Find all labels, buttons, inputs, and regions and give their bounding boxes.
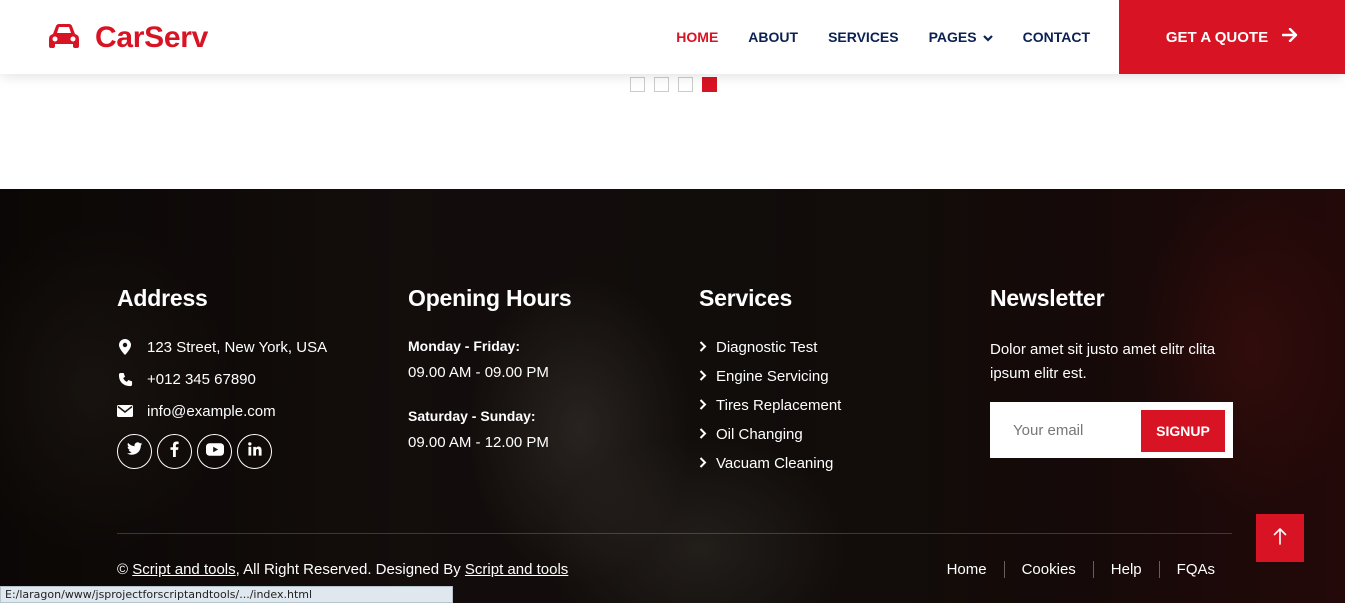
service-link-label: Engine Servicing	[716, 367, 829, 385]
hours-weekday-label: Monday - Friday:	[408, 338, 521, 354]
social-links	[117, 434, 327, 469]
navbar: CarServ HOME ABOUT SERVICES PAGES CONTAC…	[0, 0, 1345, 74]
nav-home-label: HOME	[676, 29, 719, 45]
nav-contact[interactable]: CONTACT	[1008, 29, 1105, 45]
brand-logo[interactable]: CarServ	[47, 20, 208, 56]
service-link-label: Vacuam Cleaning	[716, 454, 834, 472]
facebook-icon	[170, 441, 179, 462]
footer-menu-help[interactable]: Help	[1092, 561, 1159, 578]
carousel-dot-active[interactable]	[702, 77, 717, 92]
service-link[interactable]: Vacuam Cleaning	[699, 454, 841, 472]
service-link-label: Diagnostic Test	[716, 338, 818, 356]
newsletter-text: Dolor amet sit justo amet elitr clita ip…	[990, 341, 1216, 382]
brand-name: CarServ	[95, 21, 208, 54]
footer-newsletter: Newsletter Dolor amet sit justo amet eli…	[990, 285, 1235, 458]
chevron-right-icon	[699, 339, 707, 356]
carousel-dot[interactable]	[654, 77, 669, 92]
linkedin-link[interactable]	[237, 434, 272, 469]
carousel-dots	[630, 77, 717, 92]
service-link-label: Oil Changing	[716, 425, 803, 443]
footer-menu: Home Cookies Help FQAs	[930, 561, 1232, 578]
map-marker-icon	[117, 339, 133, 355]
nav-pages-label: PAGES	[928, 29, 977, 45]
address-street-text: 123 Street, New York, USA	[147, 338, 328, 356]
service-link-label: Tires Replacement	[716, 396, 842, 414]
footer-services: Services Diagnostic Test Engine Servicin…	[699, 285, 841, 483]
main-nav: HOME ABOUT SERVICES PAGES CONTACT	[661, 0, 1105, 74]
newsletter-form: SIGNUP	[990, 402, 1233, 458]
address-street: 123 Street, New York, USA	[117, 338, 327, 356]
copyright: © Script and tools, All Right Reserved. …	[117, 561, 568, 578]
nav-contact-label: CONTACT	[1022, 29, 1090, 45]
newsletter-email-input[interactable]	[990, 410, 1140, 450]
twitter-link[interactable]	[117, 434, 152, 469]
footer-menu-home[interactable]: Home	[930, 561, 1004, 578]
services-heading: Services	[699, 285, 793, 311]
nav-services-label: SERVICES	[828, 29, 899, 45]
address-email-text: info@example.com	[147, 402, 276, 420]
copyright-link[interactable]: Script and tools	[132, 561, 235, 578]
nav-pages-dropdown[interactable]: PAGES	[914, 29, 1008, 45]
nav-services[interactable]: SERVICES	[813, 29, 914, 45]
address-email: info@example.com	[117, 402, 327, 420]
footer-address: Address 123 Street, New York, USA +012 3…	[117, 285, 327, 469]
footer: Address 123 Street, New York, USA +012 3…	[0, 189, 1345, 603]
hours-heading: Opening Hours	[408, 285, 572, 311]
arrow-right-icon	[1281, 27, 1298, 46]
get-a-quote-button[interactable]: GET A QUOTE	[1119, 0, 1345, 74]
service-link[interactable]: Diagnostic Test	[699, 338, 841, 356]
arrow-up-icon	[1273, 527, 1287, 550]
linkedin-icon	[247, 442, 262, 461]
designer-link[interactable]: Script and tools	[465, 561, 568, 578]
envelope-icon	[117, 405, 133, 417]
back-to-top-button[interactable]	[1256, 514, 1304, 562]
footer-hours: Opening Hours Monday - Friday: 09.00 AM …	[408, 285, 572, 478]
nav-home[interactable]: HOME	[661, 29, 733, 45]
chevron-down-icon	[982, 29, 993, 45]
youtube-link[interactable]	[197, 434, 232, 469]
chevron-right-icon	[699, 368, 707, 385]
carousel-dot[interactable]	[630, 77, 645, 92]
nav-about[interactable]: ABOUT	[733, 29, 813, 45]
car-icon	[47, 23, 81, 54]
carousel-dot[interactable]	[678, 77, 693, 92]
chevron-right-icon	[699, 455, 707, 472]
address-phone-text: +012 345 67890	[147, 370, 256, 388]
chevron-right-icon	[699, 426, 707, 443]
footer-menu-cookies[interactable]: Cookies	[1003, 561, 1093, 578]
copyright-symbol: ©	[117, 561, 129, 578]
youtube-icon	[205, 442, 224, 461]
footer-menu-fqas[interactable]: FQAs	[1158, 561, 1232, 578]
chevron-right-icon	[699, 397, 707, 414]
newsletter-heading: Newsletter	[990, 285, 1105, 311]
address-phone: +012 345 67890	[117, 370, 327, 388]
twitter-icon	[126, 442, 143, 461]
hours-weekend-label: Saturday - Sunday:	[408, 408, 536, 424]
service-link[interactable]: Oil Changing	[699, 425, 841, 443]
hours-weekend-time: 09.00 AM - 12.00 PM	[408, 434, 549, 451]
browser-status-url: E:/laragon/www/jsprojectforscriptandtool…	[0, 586, 453, 603]
facebook-link[interactable]	[157, 434, 192, 469]
footer-divider	[117, 533, 1232, 534]
nav-about-label: ABOUT	[748, 29, 799, 45]
phone-icon	[117, 372, 133, 387]
address-heading: Address	[117, 285, 208, 311]
signup-button[interactable]: SIGNUP	[1141, 410, 1225, 452]
copyright-text: , All Right Reserved. Designed By	[235, 561, 461, 578]
hours-weekday-time: 09.00 AM - 09.00 PM	[408, 364, 549, 381]
get-a-quote-label: GET A QUOTE	[1165, 28, 1269, 46]
service-link[interactable]: Engine Servicing	[699, 367, 841, 385]
service-link[interactable]: Tires Replacement	[699, 396, 841, 414]
